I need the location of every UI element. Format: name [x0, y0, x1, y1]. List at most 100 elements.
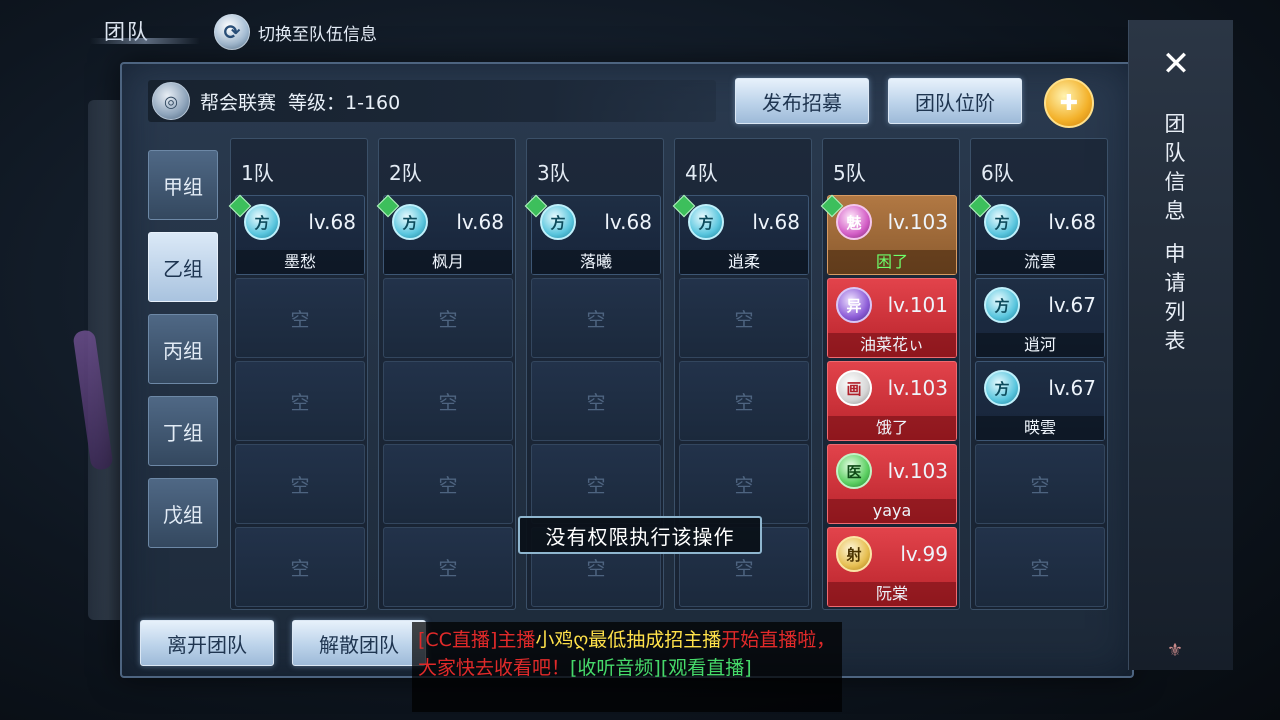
member-level: lv.67 [1048, 293, 1096, 317]
team-label: 5队 [833, 161, 866, 185]
listen-audio-link[interactable]: [收听音频] [570, 657, 661, 679]
group-tab-3[interactable]: 丁组 [148, 396, 218, 466]
member-level: lv.67 [1048, 376, 1096, 400]
member-level: lv.68 [456, 210, 504, 234]
member-name: 逍柔 [680, 250, 808, 274]
team-label: 1队 [241, 161, 274, 185]
tab-apply-list[interactable]: 申请列表 [1160, 240, 1190, 356]
league-level: 等级：1-160 [288, 91, 401, 114]
member-name: 阮棠 [828, 582, 956, 606]
member-name: 流雲 [976, 250, 1104, 274]
empty-slot[interactable]: 空 [531, 278, 661, 358]
member-slot[interactable]: 方 lv.67 暎雲 [975, 361, 1105, 441]
league-icon: ◎ [152, 82, 190, 120]
group-tab-4[interactable]: 戊组 [148, 478, 218, 548]
member-slot[interactable]: 方 lv.68 逍柔 [672, 194, 809, 275]
class-badge-icon: 方 [392, 204, 428, 240]
member-slot[interactable]: 异 lv.101 油菜花ぃ [827, 278, 957, 358]
leave-team-button[interactable]: 离开团队 [140, 620, 274, 666]
member-level: lv.103 [887, 210, 948, 234]
switch-label: 切换至队伍信息 [258, 24, 377, 45]
member-name: 困了 [828, 250, 956, 274]
publish-recruit-button[interactable]: 发布招募 [735, 78, 869, 124]
group-tab-2[interactable]: 丙组 [148, 314, 218, 384]
member-slot[interactable]: 射 lv.99 阮棠 [827, 527, 957, 607]
empty-slot[interactable]: 空 [383, 361, 513, 441]
team-label: 3队 [537, 161, 570, 185]
empty-slot[interactable]: 空 [531, 444, 661, 524]
member-slot[interactable]: 方 lv.68 墨愁 [228, 194, 365, 275]
broadcast-prefix: [CC直播]主播 [418, 629, 536, 651]
member-level: lv.99 [900, 542, 948, 566]
watch-live-link[interactable]: [观看直播] [661, 657, 752, 679]
empty-slot[interactable]: 空 [383, 278, 513, 358]
member-name: 油菜花ぃ [828, 333, 956, 357]
member-level: lv.103 [887, 376, 948, 400]
member-slot[interactable]: 方 lv.68 流雲 [968, 194, 1105, 275]
broadcast-message: [CC直播]主播小鸡ღ最低抽成招主播开始直播啦，大家快去收看吧！[收听音频][观… [412, 622, 842, 712]
member-level: lv.68 [604, 210, 652, 234]
empty-slot[interactable]: 空 [235, 527, 365, 607]
permission-toast: 没有权限执行该操作 [518, 516, 762, 554]
class-badge-icon: 异 [836, 287, 872, 323]
title-flourish [90, 38, 200, 44]
team-column-6: 6队方 lv.68 流雲方 lv.67 逍河方 lv.67 暎雲空空 [968, 138, 1108, 610]
member-name: yaya [828, 499, 956, 523]
close-icon[interactable]: ✕ [1156, 44, 1196, 84]
team-label: 6队 [981, 161, 1014, 185]
member-name: 逍河 [976, 333, 1104, 357]
member-name: 墨愁 [236, 250, 364, 274]
class-badge-icon: 方 [984, 287, 1020, 323]
empty-slot[interactable]: 空 [383, 444, 513, 524]
disband-team-button[interactable]: 解散团队 [292, 620, 426, 666]
tab-team-info[interactable]: 团队信息 [1160, 110, 1190, 226]
team-label: 4队 [685, 161, 718, 185]
group-tab-0[interactable]: 甲组 [148, 150, 218, 220]
class-badge-icon: 方 [984, 204, 1020, 240]
league-name: 帮会联赛 [200, 91, 277, 114]
member-level: lv.103 [887, 459, 948, 483]
member-name: 饿了 [828, 416, 956, 440]
member-slot[interactable]: 方 lv.68 枫月 [376, 194, 513, 275]
member-level: lv.68 [752, 210, 800, 234]
empty-slot[interactable]: 空 [235, 278, 365, 358]
class-badge-icon: 画 [836, 370, 872, 406]
member-slot[interactable]: 方 lv.67 逍河 [975, 278, 1105, 358]
member-name: 落曦 [532, 250, 660, 274]
class-badge-icon: 方 [984, 370, 1020, 406]
class-badge-icon: 方 [540, 204, 576, 240]
empty-slot[interactable]: 空 [679, 278, 809, 358]
class-badge-icon: 魅 [836, 204, 872, 240]
league-header: ◎ 帮会联赛 等级：1-160 [148, 80, 716, 122]
member-level: lv.68 [1048, 210, 1096, 234]
team-rank-button[interactable]: 团队位阶 [888, 78, 1022, 124]
member-slot[interactable]: 医 lv.103 yaya [827, 444, 957, 524]
empty-slot[interactable]: 空 [679, 444, 809, 524]
member-name: 枫月 [384, 250, 512, 274]
class-badge-icon: 方 [688, 204, 724, 240]
empty-slot[interactable]: 空 [975, 527, 1105, 607]
member-slot[interactable]: 方 lv.68 落曦 [524, 194, 661, 275]
team-column-2: 2队方 lv.68 枫月空空空空 [376, 138, 516, 610]
empty-slot[interactable]: 空 [975, 444, 1105, 524]
empty-slot[interactable]: 空 [235, 444, 365, 524]
member-level: lv.101 [887, 293, 948, 317]
member-level: lv.68 [308, 210, 356, 234]
add-member-icon[interactable]: ✚ [1044, 78, 1094, 128]
broadcast-host: 小鸡ღ最低抽成招主播 [535, 629, 722, 651]
group-tab-1[interactable]: 乙组 [148, 232, 218, 302]
empty-slot[interactable]: 空 [383, 527, 513, 607]
empty-slot[interactable]: 空 [531, 361, 661, 441]
team-column-1: 1队方 lv.68 墨愁空空空空 [228, 138, 368, 610]
switch-team-info-button[interactable]: ⟳ 切换至队伍信息 [214, 14, 377, 50]
member-name: 暎雲 [976, 416, 1104, 440]
class-badge-icon: 医 [836, 453, 872, 489]
empty-slot[interactable]: 空 [679, 361, 809, 441]
class-badge-icon: 方 [244, 204, 280, 240]
team-column-5: 5队魅 lv.103 困了异 lv.101 油菜花ぃ画 lv.103 饿了医 lv.103 ya… [820, 138, 960, 610]
empty-slot[interactable]: 空 [235, 361, 365, 441]
class-badge-icon: 射 [836, 536, 872, 572]
member-slot[interactable]: 魅 lv.103 困了 [820, 194, 957, 275]
member-slot[interactable]: 画 lv.103 饿了 [827, 361, 957, 441]
pendant-icon: ⚜ [1166, 640, 1184, 661]
